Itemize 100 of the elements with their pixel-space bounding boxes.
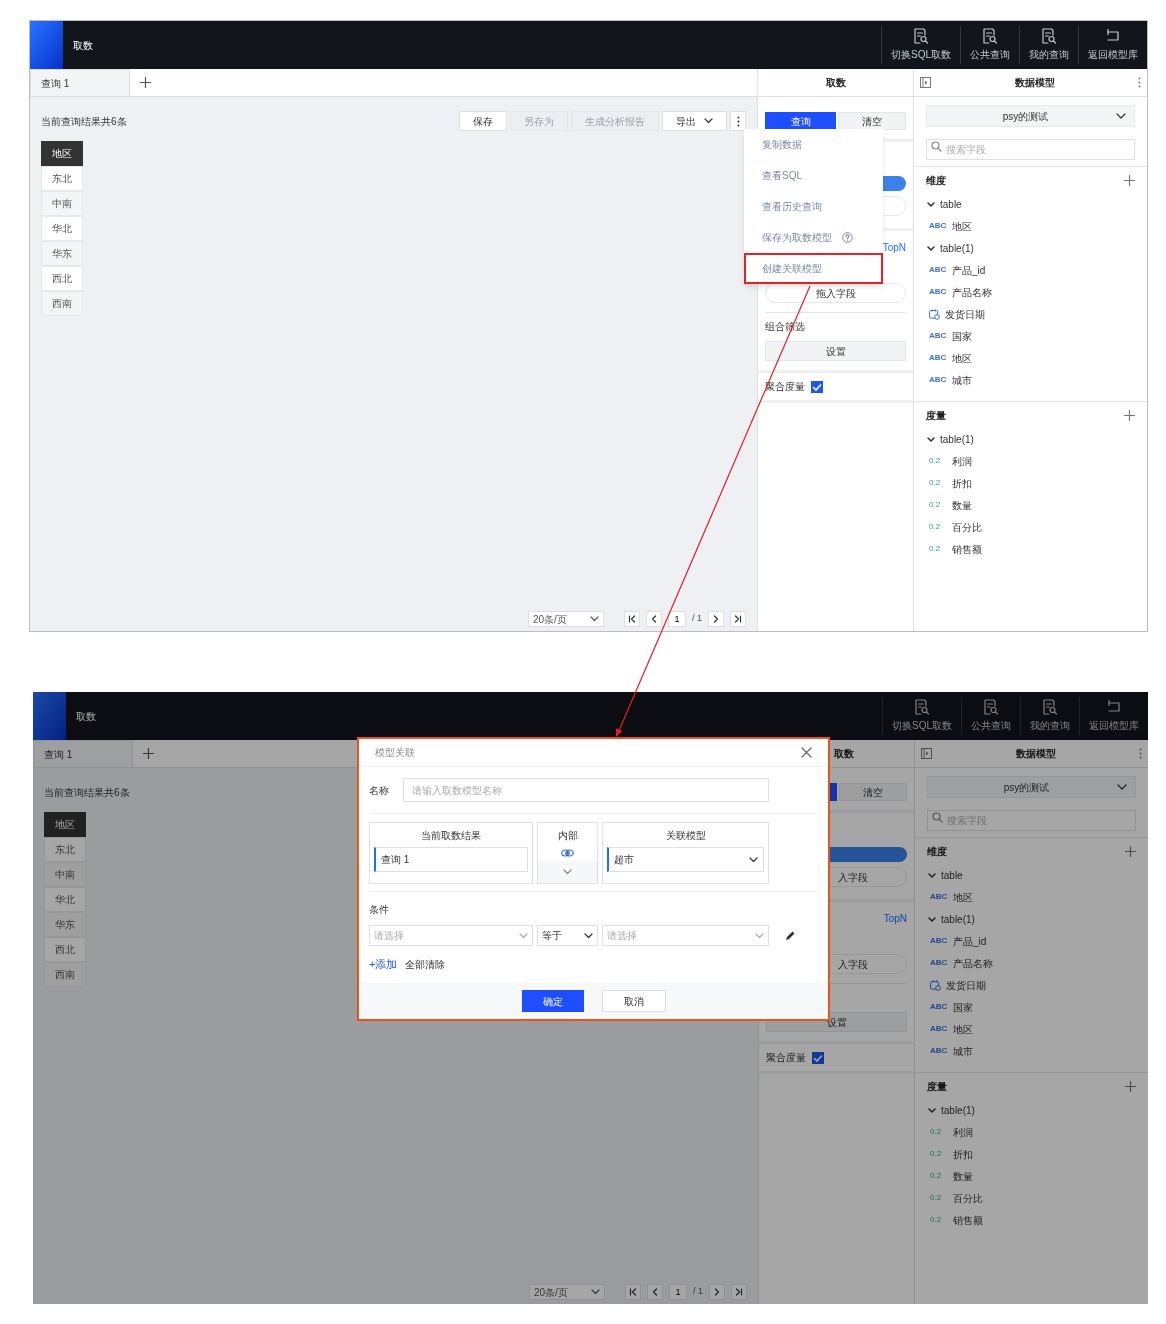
page-size-select[interactable]: 20条/页 xyxy=(529,1284,605,1300)
toolbar-button[interactable]: 保存 xyxy=(459,111,507,131)
field-item[interactable]: 折扣 xyxy=(952,475,972,491)
search-field[interactable]: 搜索字段 xyxy=(926,139,1135,160)
column-header: 地区 xyxy=(44,812,86,837)
field-item[interactable]: 国家 xyxy=(952,328,972,344)
field-item[interactable]: 利润 xyxy=(952,453,972,469)
nav-button[interactable]: 切换SQL取数 xyxy=(882,697,961,735)
query-panel-button[interactable]: 清空 xyxy=(838,112,906,130)
topn-link[interactable]: TopN xyxy=(883,911,907,926)
field-item[interactable]: 产品_id xyxy=(952,262,986,278)
page-input[interactable]: 1 xyxy=(668,611,686,627)
help-icon[interactable] xyxy=(842,232,853,243)
add-field-icon[interactable] xyxy=(1124,174,1135,186)
field-item[interactable]: 销售额 xyxy=(952,541,982,557)
nav-button[interactable]: 我的查询 xyxy=(1019,26,1078,64)
chevron-down-icon xyxy=(584,932,593,939)
last-page-button[interactable] xyxy=(731,1284,747,1300)
menu-item[interactable]: 查看历史查询 xyxy=(744,191,883,222)
checkbox[interactable] xyxy=(812,1051,824,1064)
field-item[interactable]: 利润 xyxy=(953,1124,973,1140)
field-type-label: 0.2 xyxy=(930,1192,943,1204)
tree-node[interactable]: table xyxy=(915,864,1148,886)
menu-item[interactable]: 创建关联模型 xyxy=(744,253,883,284)
field-item[interactable]: 城市 xyxy=(953,1043,973,1059)
field-type-label: 0.2 xyxy=(929,521,942,533)
panel-toggle-icon[interactable] xyxy=(921,748,932,759)
field-item[interactable]: 百分比 xyxy=(952,519,982,535)
name-input[interactable]: 请输入取数模型名称 xyxy=(403,778,769,802)
add-tab-icon[interactable] xyxy=(140,77,151,88)
page-input[interactable]: 1 xyxy=(669,1284,687,1300)
tree-node[interactable]: table(1) xyxy=(914,237,1147,259)
field-item[interactable]: 数量 xyxy=(952,497,972,513)
more-icon[interactable] xyxy=(1138,77,1141,88)
menu-item[interactable]: 保存为取数模型 xyxy=(744,222,883,253)
field-item[interactable]: 销售额 xyxy=(953,1212,983,1228)
field-item[interactable]: 地区 xyxy=(953,889,973,905)
query-tab[interactable]: 查询 1 xyxy=(30,69,130,96)
topn-link[interactable]: TopN xyxy=(882,240,906,255)
checkbox[interactable] xyxy=(811,380,823,393)
field-item[interactable]: 百分比 xyxy=(953,1190,983,1206)
query-panel-button[interactable]: 清空 xyxy=(839,783,907,801)
nav-button[interactable]: 公共查询 xyxy=(961,697,1020,735)
nav-button[interactable]: 公共查询 xyxy=(960,26,1019,64)
menu-item[interactable]: 复制数据 xyxy=(744,129,883,160)
panel-toggle-icon[interactable] xyxy=(920,77,931,88)
nav-button[interactable]: 返回模型库 xyxy=(1078,26,1147,64)
tree-node[interactable]: table(1) xyxy=(914,428,1147,450)
previous-page-button[interactable] xyxy=(646,611,662,627)
model-select[interactable]: psy的测试 xyxy=(926,105,1135,127)
dialog-button[interactable]: 取消 xyxy=(601,990,666,1012)
add-tab-icon[interactable] xyxy=(143,748,154,759)
nav-button[interactable]: 切换SQL取数 xyxy=(881,26,960,64)
last-page-button[interactable] xyxy=(730,611,746,627)
previous-page-button[interactable] xyxy=(647,1284,663,1300)
tree-node[interactable]: table xyxy=(914,193,1147,215)
more-icon[interactable] xyxy=(1139,748,1142,759)
add-field-icon[interactable] xyxy=(1125,1080,1136,1092)
field-item[interactable]: 产品名称 xyxy=(953,955,993,971)
nav-button[interactable]: 返回模型库 xyxy=(1079,697,1148,735)
field-item[interactable]: 国家 xyxy=(953,999,973,1015)
field-item[interactable]: 数量 xyxy=(953,1168,973,1184)
add-field-icon[interactable] xyxy=(1124,409,1135,421)
model-select[interactable]: 超市 xyxy=(607,847,764,872)
source-field[interactable]: 查询 1 xyxy=(374,847,528,872)
next-page-button[interactable] xyxy=(709,1284,725,1300)
tree-node[interactable]: table(1) xyxy=(915,908,1148,930)
join-icon[interactable] xyxy=(561,849,574,857)
query-tab[interactable]: 查询 1 xyxy=(33,740,133,767)
chevron-down-icon xyxy=(928,1107,936,1113)
next-page-button[interactable] xyxy=(708,611,724,627)
tree-node[interactable]: table(1) xyxy=(915,1099,1148,1121)
first-page-button[interactable] xyxy=(625,1284,641,1300)
add-condition-link[interactable]: +添加 xyxy=(369,955,398,973)
field-item[interactable]: 发货日期 xyxy=(946,977,986,993)
model-select[interactable]: psy的测试 xyxy=(927,776,1136,798)
nav-button[interactable]: 我的查询 xyxy=(1020,697,1079,735)
field-item[interactable]: 地区 xyxy=(952,218,972,234)
field-item[interactable]: 发货日期 xyxy=(945,306,985,322)
field-item[interactable]: 地区 xyxy=(952,350,972,366)
field-item[interactable]: 地区 xyxy=(953,1021,973,1037)
chevron-down-icon xyxy=(590,616,599,622)
field-item[interactable]: 产品_id xyxy=(953,933,987,949)
condition-select[interactable]: 等于 xyxy=(537,925,598,946)
field-item[interactable]: 城市 xyxy=(952,372,972,388)
settings-button[interactable]: 设置 xyxy=(765,341,906,361)
menu-item[interactable]: 查看SQL xyxy=(744,160,883,191)
add-field-icon[interactable] xyxy=(1125,845,1136,857)
page-title: 取数 xyxy=(76,709,96,724)
clear-all-link[interactable]: 全部清除 xyxy=(405,956,446,972)
query-panel-button[interactable]: 查询 xyxy=(765,112,836,130)
dialog-button[interactable]: 确定 xyxy=(521,990,584,1012)
page-size-select[interactable]: 20条/页 xyxy=(528,611,604,627)
field-item[interactable]: 产品名称 xyxy=(952,284,992,300)
toolbar-button[interactable]: 导出 xyxy=(662,111,727,131)
field-item[interactable]: 折扣 xyxy=(953,1146,973,1162)
document-search-icon xyxy=(1042,699,1058,715)
first-page-button[interactable] xyxy=(624,611,640,627)
close-icon[interactable] xyxy=(801,747,812,758)
pencil-icon[interactable] xyxy=(785,930,796,941)
